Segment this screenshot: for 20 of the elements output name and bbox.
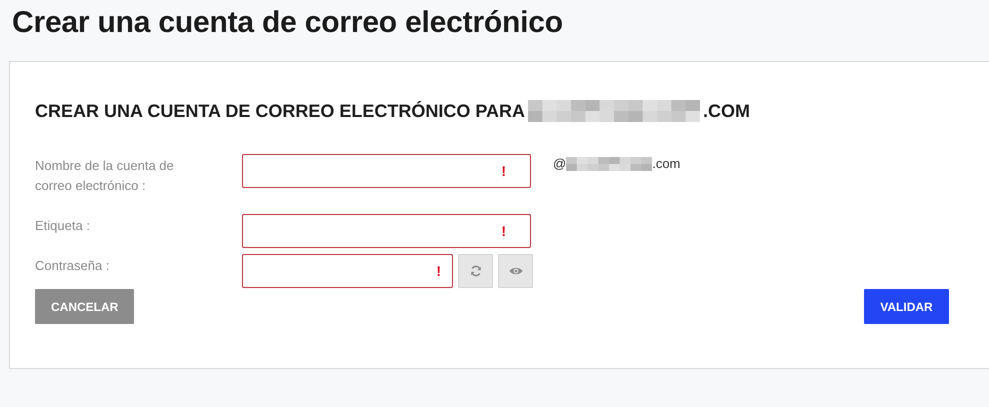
page-title: Crear una cuenta de correo electrónico bbox=[11, 5, 564, 41]
form-heading: CREAR UNA CUENTA DE CORREO ELECTRÓNICO PARA bbox=[35, 100, 526, 122]
input-field[interactable]: ! bbox=[242, 254, 453, 288]
validate-button[interactable]: VALIDAR bbox=[864, 289, 949, 324]
domain-suffix: .com bbox=[652, 156, 680, 171]
at-sign: @ bbox=[553, 156, 566, 171]
error-mark: ! bbox=[436, 263, 441, 279]
error-mark: ! bbox=[501, 163, 506, 179]
field-label: Etiqueta : bbox=[35, 217, 91, 235]
refresh-icon bbox=[470, 265, 482, 277]
input-field[interactable]: ! bbox=[242, 154, 531, 188]
error-mark: ! bbox=[501, 223, 506, 239]
cancel-button[interactable]: CANCELAR bbox=[35, 289, 134, 324]
eye-icon bbox=[508, 266, 522, 276]
show-password-button[interactable] bbox=[498, 254, 533, 288]
form-heading-suffix: .COM bbox=[703, 100, 750, 122]
refresh-button[interactable] bbox=[458, 254, 493, 288]
field-label: Contraseña : bbox=[35, 257, 110, 275]
input-field[interactable]: ! bbox=[242, 214, 531, 248]
field-label: Nombre de la cuenta de correo electrónico : bbox=[35, 157, 175, 195]
